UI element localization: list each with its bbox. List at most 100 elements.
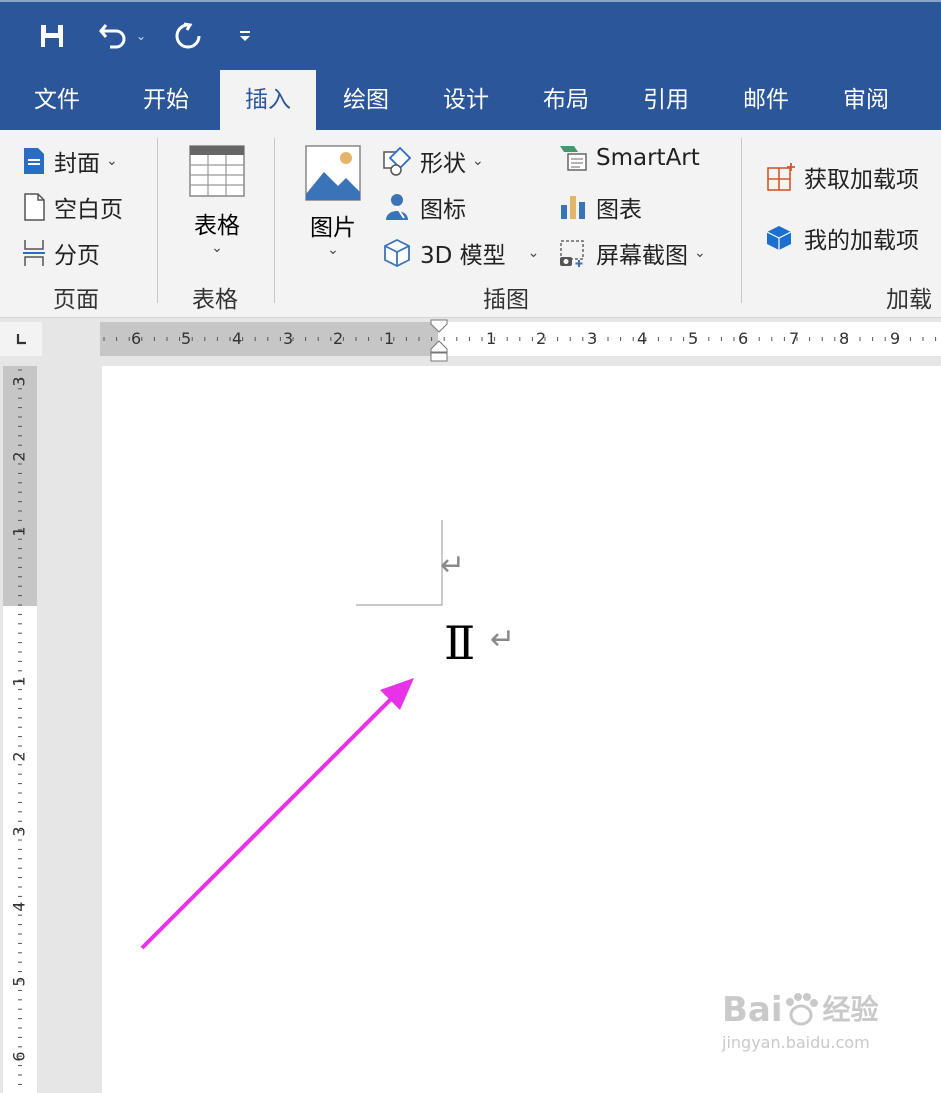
tab-file[interactable]: 文件: [14, 70, 100, 130]
ruler-number: 2: [333, 329, 344, 348]
tab-mailings[interactable]: 邮件: [722, 70, 810, 130]
group-label-pages: 页面: [53, 287, 99, 313]
paragraph-mark: ↵: [490, 622, 516, 657]
group-label-illustrations: 插图: [483, 287, 529, 313]
chevron-down-icon: ⌄: [694, 245, 706, 261]
tab-draw[interactable]: 绘图: [322, 70, 410, 130]
ruler-number: 5: [688, 329, 699, 348]
customize-icon: [240, 31, 250, 41]
chevron-down-icon: ⌄: [327, 242, 339, 258]
shapes-icon: [383, 146, 412, 176]
paragraph-mark: ↵: [440, 548, 466, 583]
watermark-suffix: 经验: [822, 993, 879, 1026]
ruler-number: 2: [536, 329, 547, 348]
ruler-number: 7: [789, 329, 800, 348]
indent-marker[interactable]: [429, 319, 449, 363]
ribbon-insert: 封面 ⌄ 空白页 分页 页面 表格 ⌄ 表格 图片 ⌄ 形状 ⌄ 图标 3D 模型 ⌄…: [0, 130, 941, 347]
ruler-number: 2: [9, 751, 29, 762]
tab-home[interactable]: 开始: [122, 70, 210, 130]
chevron-down-icon: ⌄: [472, 153, 484, 169]
ruler-number: 6: [131, 329, 142, 348]
page-break-button[interactable]: 分页: [22, 236, 100, 270]
ruler-number: 5: [181, 329, 192, 348]
chevron-down-icon: ⌄: [527, 245, 540, 261]
ruler-number: 4: [232, 329, 243, 348]
shapes-button[interactable]: 形状 ⌄: [382, 144, 484, 178]
vertical-ruler[interactable]: 3 2 1 1 2 3 4 5 6: [3, 366, 37, 1093]
3d-models-label: 3D 模型: [420, 243, 506, 269]
ruler-number: 1: [9, 526, 29, 537]
ruler-number: 3: [9, 376, 29, 387]
tab-design[interactable]: 设计: [422, 70, 510, 130]
chart-label: 图表: [596, 197, 642, 223]
undo-button[interactable]: ⌄: [92, 18, 152, 54]
picture-button[interactable]: 图片 ⌄: [302, 144, 364, 258]
get-addins-button[interactable]: 获取加载项: [766, 160, 919, 194]
store-icon: [767, 163, 795, 191]
save-button[interactable]: [34, 18, 70, 54]
icons-label: 图标: [420, 197, 466, 223]
shapes-label: 形状: [420, 151, 466, 177]
ruler-number: 6: [9, 1051, 29, 1062]
ruler-number: 8: [839, 329, 850, 348]
my-addins-label: 我的加载项: [804, 228, 919, 254]
blank-page-button[interactable]: 空白页: [22, 190, 123, 224]
ruler-number: 1: [384, 329, 395, 348]
quick-access-toolbar: ⌄: [0, 0, 941, 70]
smartart-button[interactable]: SmartArt: [558, 144, 700, 172]
table-button[interactable]: 表格 ⌄: [184, 144, 250, 256]
undo-icon: [99, 24, 126, 49]
group-separator: [157, 138, 158, 303]
chevron-down-icon: ⌄: [211, 240, 223, 256]
tab-insert[interactable]: 插入: [220, 70, 316, 130]
chart-button[interactable]: 图表: [558, 190, 642, 224]
horizontal-ruler[interactable]: 6 5 4 3 2 1 1 2 3 4 5 6 7 8 9: [100, 319, 941, 362]
ruler-number: 3: [587, 329, 598, 348]
cover-page-icon: [24, 148, 44, 174]
icons-button[interactable]: 图标: [382, 190, 466, 224]
annotation-arrow: [140, 678, 414, 950]
ruler-number: 1: [9, 676, 29, 687]
margin-corner-marks: [356, 520, 443, 606]
ruler-number: 2: [9, 451, 29, 462]
page-break-label: 分页: [54, 243, 100, 269]
3d-models-button[interactable]: 3D 模型 ⌄: [382, 236, 539, 270]
ruler-number: 9: [890, 329, 901, 348]
undo-dropdown-chevron-icon[interactable]: ⌄: [136, 29, 146, 43]
bar-chart-icon: [561, 196, 585, 219]
ruler-number: 4: [637, 329, 648, 348]
left-tab-icon: [16, 334, 26, 345]
cover-page-button[interactable]: 封面 ⌄: [22, 144, 118, 178]
group-separator: [741, 138, 742, 303]
table-label: 表格: [194, 213, 240, 239]
document-page[interactable]: ↵ Ⅱ ↵: [102, 366, 941, 1093]
baidu-watermark: Bai 经验 jingyan.baidu.com: [722, 993, 879, 1052]
blank-page-label: 空白页: [54, 197, 123, 223]
icons-icon: [386, 194, 408, 220]
group-label-table: 表格: [192, 287, 238, 313]
ribbon-tabs: 文件 开始 插入 绘图 设计 布局 引用 邮件 审阅: [0, 70, 941, 130]
ruler-number: 6: [738, 329, 749, 348]
table-icon: [189, 145, 245, 197]
addins-cube-icon: [766, 226, 792, 250]
redo-icon: [175, 22, 201, 49]
redo-button[interactable]: [170, 18, 206, 54]
tab-stop-selector[interactable]: [0, 322, 42, 356]
tab-references[interactable]: 引用: [622, 70, 710, 130]
watermark-brand: Bai: [722, 990, 783, 1030]
screenshot-button[interactable]: 屏幕截图 ⌄: [558, 236, 706, 270]
customize-qat-button[interactable]: [232, 18, 258, 54]
tab-review[interactable]: 审阅: [822, 70, 910, 130]
picture-label: 图片: [310, 215, 356, 241]
page-break-icon: [23, 240, 45, 266]
ruler-number: 5: [9, 976, 29, 987]
cube-icon: [384, 238, 410, 268]
ruler-number: 3: [283, 329, 294, 348]
inserted-symbol[interactable]: Ⅱ: [444, 616, 475, 670]
my-addins-button[interactable]: 我的加载项: [766, 221, 919, 255]
tab-layout[interactable]: 布局: [522, 70, 610, 130]
ruler-number: 4: [9, 901, 29, 912]
get-addins-label: 获取加载项: [804, 167, 919, 193]
paw-icon: [785, 993, 818, 1026]
smartart-label: SmartArt: [596, 145, 700, 171]
